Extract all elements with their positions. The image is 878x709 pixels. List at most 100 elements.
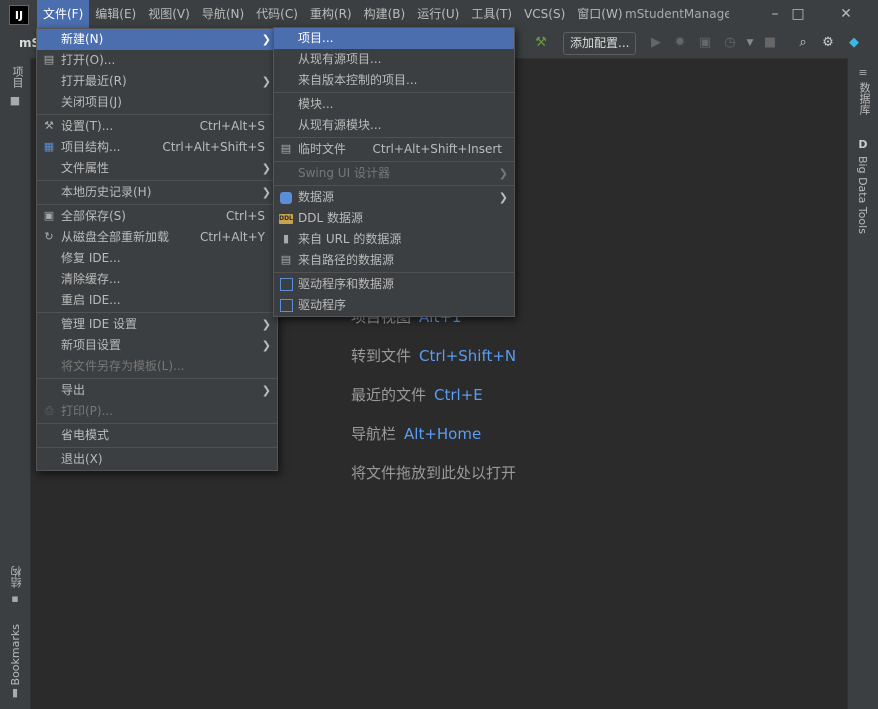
project-structure-icon: ▦ xyxy=(43,140,55,153)
menu-item-local-history[interactable]: 本地历史记录(H) ❯ xyxy=(37,182,277,203)
close-icon[interactable]: ✕ xyxy=(823,0,869,29)
menu-item-new[interactable]: 新建(N) ❯ xyxy=(37,29,277,50)
menu-edit[interactable]: 编辑(E) xyxy=(89,0,142,29)
stop-icon[interactable]: ■ xyxy=(762,35,778,51)
menu-item-project-from-vcs[interactable]: 来自版本控制的项目... xyxy=(274,70,514,91)
menu-item-scratch-file[interactable]: ▤ 临时文件 Ctrl+Alt+Shift+Insert xyxy=(274,139,514,160)
chevron-right-icon: ❯ xyxy=(261,75,271,88)
menu-item-data-source-from-url[interactable]: ▮ 来自 URL 的数据源 xyxy=(274,229,514,250)
database-tool-button[interactable]: 数据库 xyxy=(856,82,872,115)
menu-item-repair-ide[interactable]: 修复 IDE... xyxy=(37,248,277,269)
menu-item-data-source[interactable]: 数据源 ❯ xyxy=(274,187,514,208)
menu-navigate[interactable]: 导航(N) xyxy=(196,0,250,29)
profile-icon[interactable]: ◷ xyxy=(722,35,738,51)
window-title: mStudentManage xyxy=(625,7,729,21)
separator xyxy=(37,312,277,313)
menu-item-open-recent[interactable]: 打开最近(R) ❯ xyxy=(37,71,277,92)
left-tool-strip: 项目 ■ 结构 ▪ Bookmarks ▮ xyxy=(0,58,31,709)
chevron-down-icon[interactable]: ▼ xyxy=(742,35,758,51)
separator xyxy=(37,447,277,448)
big-data-tools-button[interactable]: Big Data Tools xyxy=(856,156,869,234)
menu-item-power-save[interactable]: 省电模式 xyxy=(37,425,277,446)
chevron-right-icon: ❯ xyxy=(261,384,271,397)
coverage-icon[interactable]: ▣ xyxy=(697,35,713,51)
menu-code[interactable]: 代码(C) xyxy=(250,0,304,29)
search-icon[interactable]: ⌕ xyxy=(795,35,811,51)
menu-item-new-project[interactable]: 项目... xyxy=(274,28,514,49)
driver-icon xyxy=(280,278,293,291)
new-submenu: 项目... 从现有源项目... 来自版本控制的项目... 模块... 从现有源模… xyxy=(273,27,515,317)
menu-item-exit[interactable]: 退出(X) xyxy=(37,449,277,470)
hint-navigation-bar: 导航栏 Alt+Home xyxy=(351,425,482,443)
title-bar: IJ 文件(F) 编辑(E) 视图(V) 导航(N) 代码(C) 重构(R) 构… xyxy=(0,0,878,29)
maximize-icon[interactable]: □ xyxy=(775,0,821,29)
save-icon: ▣ xyxy=(43,209,55,222)
separator xyxy=(274,272,514,273)
separator xyxy=(274,137,514,138)
run-icon[interactable]: ▶ xyxy=(648,35,664,51)
chevron-right-icon: ❯ xyxy=(261,33,271,46)
menu-item-settings[interactable]: ⚒ 设置(T)... Ctrl+Alt+S xyxy=(37,116,277,137)
menu-item-export[interactable]: 导出 ❯ xyxy=(37,380,277,401)
menu-item-restart-ide[interactable]: 重启 IDE... xyxy=(37,290,277,311)
menu-item-project-from-existing[interactable]: 从现有源项目... xyxy=(274,49,514,70)
project-tool-button[interactable]: 项目 xyxy=(9,66,25,88)
driver-icon xyxy=(280,299,293,312)
separator xyxy=(37,423,277,424)
url-data-source-icon: ▮ xyxy=(282,232,290,245)
hint-drop-files: 将文件拖放到此处以打开 xyxy=(351,464,517,482)
structure-tool-button[interactable]: 结构 xyxy=(9,566,25,588)
debug-icon[interactable]: ✹ xyxy=(672,35,688,51)
folder-icon: ■ xyxy=(9,94,21,107)
chevron-right-icon: ❯ xyxy=(261,186,271,199)
menu-item-invalidate-caches[interactable]: 清除缓存... xyxy=(37,269,277,290)
separator xyxy=(274,92,514,93)
menu-item-driver[interactable]: 驱动程序 xyxy=(274,295,514,316)
menu-vcs[interactable]: VCS(S) xyxy=(518,0,571,29)
menu-view[interactable]: 视图(V) xyxy=(142,0,196,29)
ddl-icon: DDL xyxy=(279,214,293,224)
menu-item-new-project-settings[interactable]: 新项目设置 ❯ xyxy=(37,335,277,356)
folder-icon: ▤ xyxy=(280,253,292,266)
big-data-tools-icon: D xyxy=(858,138,868,151)
folder-open-icon: ▤ xyxy=(43,53,55,66)
menu-build[interactable]: 构建(B) xyxy=(358,0,412,29)
menu-item-project-structure[interactable]: ▦ 项目结构... Ctrl+Alt+Shift+S xyxy=(37,137,277,158)
menu-refactor[interactable]: 重构(R) xyxy=(304,0,358,29)
bookmark-icon: ▮ xyxy=(11,686,19,699)
menu-item-save-all[interactable]: ▣ 全部保存(S) Ctrl+S xyxy=(37,206,277,227)
chevron-right-icon: ❯ xyxy=(261,339,271,352)
menu-run[interactable]: 运行(U) xyxy=(411,0,465,29)
separator xyxy=(274,161,514,162)
main-menu-bar: 文件(F) 编辑(E) 视图(V) 导航(N) 代码(C) 重构(R) 构建(B… xyxy=(37,0,629,29)
separator xyxy=(274,185,514,186)
menu-item-module[interactable]: 模块... xyxy=(274,94,514,115)
menu-item-ddl-data-source[interactable]: DDL DDL 数据源 xyxy=(274,208,514,229)
gear-icon[interactable]: ⚙ xyxy=(820,35,836,51)
menu-tools[interactable]: 工具(T) xyxy=(465,0,518,29)
chevron-right-icon: ❯ xyxy=(261,318,271,331)
menu-item-reload-from-disk[interactable]: ↻ 从磁盘全部重新加载 Ctrl+Alt+Y xyxy=(37,227,277,248)
menu-item-open[interactable]: ▤ 打开(O)... xyxy=(37,50,277,71)
add-configuration-button[interactable]: 添加配置... xyxy=(563,32,637,55)
scratch-file-icon: ▤ xyxy=(280,142,292,155)
refresh-icon: ↻ xyxy=(44,230,54,243)
file-menu: 新建(N) ❯ ▤ 打开(O)... 打开最近(R) ❯ 关闭项目(J) ⚒ 设置(T)… xyxy=(36,28,278,471)
separator xyxy=(37,114,277,115)
intellij-logo-icon: IJ xyxy=(9,5,29,25)
menu-item-manage-ide-settings[interactable]: 管理 IDE 设置 ❯ xyxy=(37,314,277,335)
menu-item-file-properties[interactable]: 文件属性 ❯ xyxy=(37,158,277,179)
menu-window[interactable]: 窗口(W) xyxy=(571,0,628,29)
menu-item-close-project[interactable]: 关闭项目(J) xyxy=(37,92,277,113)
menu-file[interactable]: 文件(F) xyxy=(37,0,90,29)
right-tool-strip: ≡ 数据库 D Big Data Tools xyxy=(847,58,878,709)
chevron-right-icon: ❯ xyxy=(261,162,271,175)
bookmarks-tool-button[interactable]: Bookmarks xyxy=(9,624,22,685)
menu-item-save-as-template: 将文件另存为模板(L)... xyxy=(61,359,185,373)
menu-item-driver-and-data-source[interactable]: 驱动程序和数据源 xyxy=(274,274,514,295)
jetbrains-icon[interactable]: ◆ xyxy=(846,35,862,51)
menu-item-module-from-existing[interactable]: 从现有源模块... xyxy=(274,115,514,136)
build-hammer-icon[interactable]: ⚒ xyxy=(533,35,549,51)
structure-icon: ▪ xyxy=(11,592,19,605)
menu-item-data-source-from-path[interactable]: ▤ 来自路径的数据源 xyxy=(274,250,514,271)
